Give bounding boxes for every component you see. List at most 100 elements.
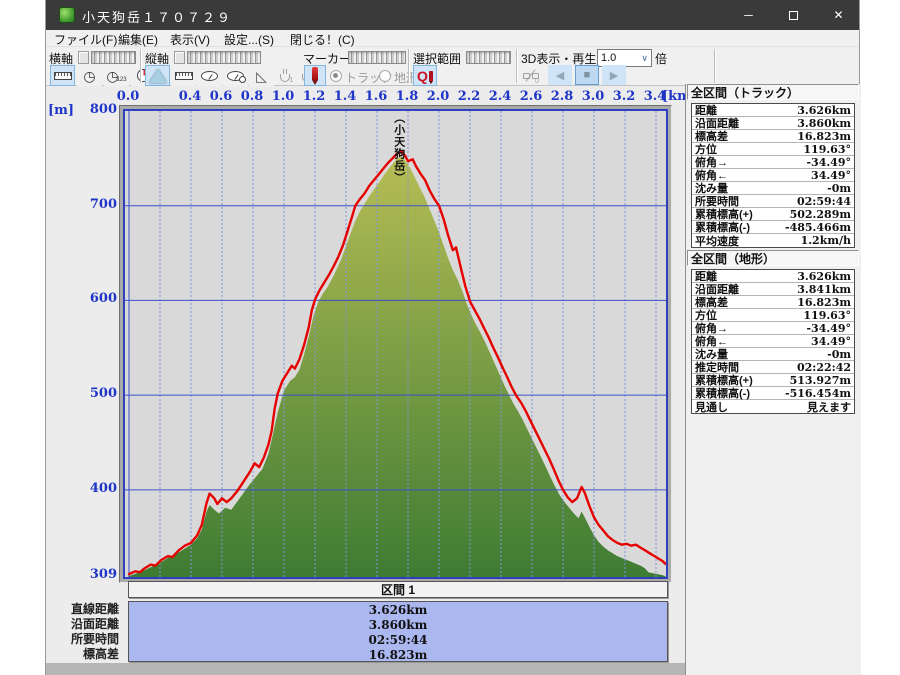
ruler-icon <box>54 72 72 80</box>
lasso-pen-button[interactable]: Q <box>413 65 437 86</box>
menu-settings[interactable]: 設定...(S) <box>224 31 274 48</box>
playback-unit: 倍 <box>655 50 667 67</box>
maximize-button[interactable] <box>771 0 816 30</box>
menu-edit[interactable]: 編集(E) <box>118 31 158 48</box>
rewind-icon: ◀ <box>556 69 564 82</box>
haxis-slider-button[interactable] <box>78 51 89 64</box>
y-tick-label: 400 <box>67 481 117 496</box>
y-tick-label: 309 <box>67 567 117 582</box>
close-icon: ✕ <box>833 8 843 22</box>
track-stats-table: 距離3.626km沿面距離3.860km標高差16.823m方位119.63°俯… <box>691 103 855 248</box>
chart-frame: （小天狗岳） <box>119 105 672 583</box>
haxis-slider[interactable] <box>91 51 136 64</box>
marker-slider[interactable] <box>348 51 406 64</box>
x-tick-label: 1.6 <box>365 89 388 104</box>
x-tick-label: 1.0 <box>272 89 295 104</box>
playback-speed-value: 1.0 <box>601 52 616 64</box>
stat-value: 3.626km <box>797 270 851 283</box>
track-panel-title: 全区間（トラック） <box>687 84 859 100</box>
y-tick-label: 700 <box>67 197 117 212</box>
terrain-panel-title: 全区間（地形） <box>687 250 859 266</box>
stat-value: 34.49° <box>811 169 851 182</box>
stop-icon: ■ <box>584 69 591 81</box>
elevation-plot[interactable]: （小天狗岳） <box>123 109 668 579</box>
clock-button[interactable]: ◷ <box>77 65 102 86</box>
section-value: 3.626km <box>129 602 667 617</box>
section-label: 標高差 <box>46 647 119 662</box>
gauge-clock-button[interactable] <box>223 65 248 86</box>
close-button[interactable]: ✕ <box>816 0 861 30</box>
stat-label: 見通し <box>695 399 728 415</box>
screen: 小天狗岳１７０７２９ ─ ✕ ファイル(F) 編集(E) 表示(V) 設定...… <box>0 0 900 675</box>
ruler2-button[interactable] <box>171 65 196 86</box>
toolbar-separator <box>408 49 410 83</box>
menu-view[interactable]: 表示(V) <box>170 31 210 48</box>
section-header: 区間 1 <box>128 581 668 598</box>
stat-value: 02:22:42 <box>797 361 851 374</box>
stat-value: 502.289m <box>790 208 851 221</box>
stat-value: 1.2km/h <box>801 234 851 247</box>
gauge-button[interactable] <box>197 65 222 86</box>
rewind-button[interactable]: ◀ <box>548 65 572 85</box>
plug-1-icon <box>280 74 290 82</box>
stat-value: -34.49° <box>806 156 851 169</box>
clock-icon: ◷ <box>83 69 95 83</box>
stat-value: 513.927m <box>790 374 851 387</box>
mountain-icon <box>149 69 167 83</box>
x-tick-label: 3.4 <box>644 89 667 104</box>
section-table: 3.626km3.860km02:59:4416.823m <box>128 601 668 662</box>
vaxis-slider[interactable] <box>187 51 261 64</box>
stat-value: 16.823m <box>797 130 851 143</box>
forward-icon: ▶ <box>610 69 618 82</box>
stop-button[interactable]: ■ <box>575 65 599 85</box>
x-tick-label: 1.4 <box>334 89 357 104</box>
mountain-button[interactable] <box>145 65 170 86</box>
menu-file[interactable]: ファイル(F) <box>54 31 117 48</box>
terrain-area <box>129 157 665 578</box>
app-icon <box>59 7 75 23</box>
stat-value: 16.823m <box>797 296 851 309</box>
clock-number-sub: 123 <box>117 77 127 83</box>
clock-number-button[interactable]: ◷123 <box>104 65 129 86</box>
marker-pen-button[interactable] <box>304 65 326 86</box>
forward-button[interactable]: ▶ <box>602 65 626 85</box>
maximize-icon <box>789 11 798 20</box>
selection-slider[interactable] <box>466 51 511 64</box>
vaxis-slider-button[interactable] <box>174 51 185 64</box>
y-tick-label: 800 <box>67 102 117 117</box>
3d-glasses-icon: 0 <box>523 70 541 82</box>
minimize-button[interactable]: ─ <box>726 0 771 30</box>
radio-track[interactable] <box>330 70 342 82</box>
stat-value: -0m <box>827 348 851 361</box>
x-tick-label: 3.0 <box>582 89 605 104</box>
ruler-button[interactable] <box>50 65 75 86</box>
radio-terrain[interactable] <box>379 70 391 82</box>
stats-panel: 全区間（トラック） 距離3.626km沿面距離3.860km標高差16.823m… <box>685 84 861 675</box>
x-tick-label: 2.4 <box>489 89 512 104</box>
lasso-pen-icon <box>429 71 433 81</box>
stat-value: -34.49° <box>806 322 851 335</box>
slope-button[interactable]: ◺ <box>249 65 274 86</box>
stat-row: 平均速度1.2km/h <box>692 234 854 247</box>
stat-value: -0m <box>827 182 851 195</box>
app-window: 小天狗岳１７０７２９ ─ ✕ ファイル(F) 編集(E) 表示(V) 設定...… <box>45 0 860 675</box>
stat-value: 02:59:44 <box>797 195 851 208</box>
section-label: 所要時間 <box>46 632 119 647</box>
menu-bar <box>46 30 859 47</box>
stat-value: 3.860km <box>797 117 851 130</box>
section-label: 沿面距離 <box>46 617 119 632</box>
x-tick-label: 2.2 <box>458 89 481 104</box>
plug-1-sub: 1 <box>290 77 294 84</box>
menu-close[interactable]: 閉じる！(C) <box>290 31 355 48</box>
x-tick-label: 0.6 <box>210 89 233 104</box>
title-bar[interactable]: 小天狗岳１７０７２９ ─ ✕ <box>46 0 859 30</box>
x-tick-label: 0.0 <box>117 89 140 104</box>
y-tick-label: 500 <box>67 386 117 401</box>
window-title: 小天狗岳１７０７２９ <box>82 7 232 26</box>
chevron-down-icon: ∨ <box>641 53 648 64</box>
gauge-clock-dot <box>239 76 246 83</box>
x-tick-label: 1.8 <box>396 89 419 104</box>
gauge-icon <box>201 71 218 81</box>
terrain-stats-table: 距離3.626km沿面距離3.841km標高差16.823m方位119.63°俯… <box>691 269 855 414</box>
section-value: 02:59:44 <box>129 632 667 647</box>
